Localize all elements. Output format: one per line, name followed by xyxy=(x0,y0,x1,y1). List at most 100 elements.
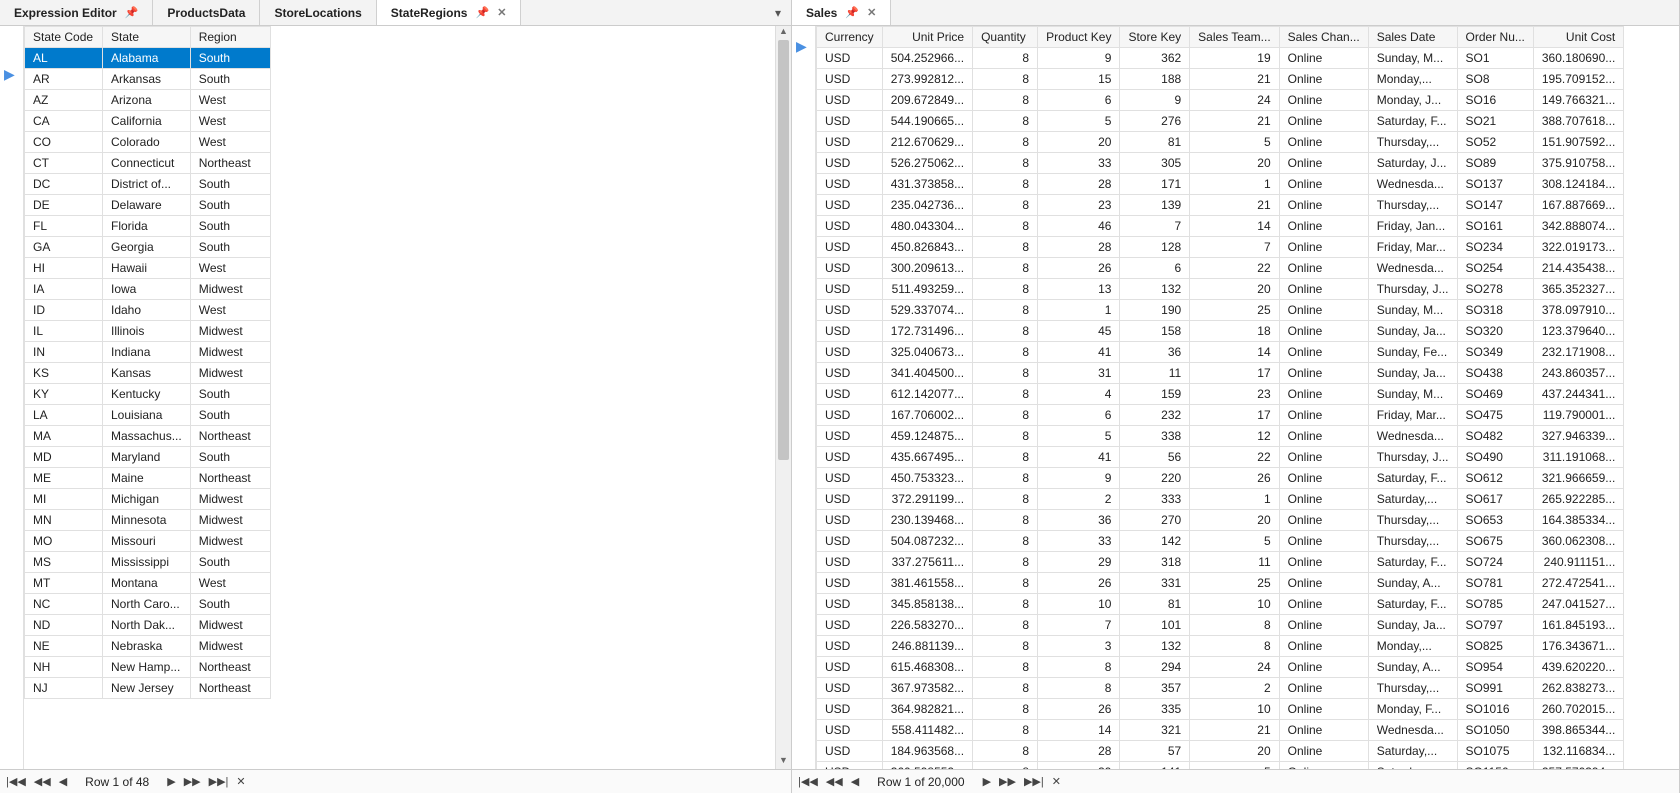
table-cell[interactable]: USD xyxy=(817,174,883,195)
table-cell[interactable]: Connecticut xyxy=(103,153,191,174)
table-row[interactable]: USD345.858138...8108110OnlineSaturday, F… xyxy=(817,594,1624,615)
table-cell[interactable]: 132 xyxy=(1120,636,1190,657)
table-cell[interactable]: 3 xyxy=(1038,636,1120,657)
table-cell[interactable]: Midwest xyxy=(190,342,270,363)
table-cell[interactable]: SO797 xyxy=(1457,615,1533,636)
table-cell[interactable]: Online xyxy=(1279,237,1368,258)
table-cell[interactable]: USD xyxy=(817,363,883,384)
table-row[interactable]: USD372.291199...823331OnlineSaturday,...… xyxy=(817,489,1624,510)
table-cell[interactable]: 14 xyxy=(1190,216,1279,237)
table-cell[interactable]: 439.620220... xyxy=(1533,657,1623,678)
table-row[interactable]: ALAlabamaSouth xyxy=(25,48,271,69)
table-cell[interactable]: 13 xyxy=(1038,279,1120,300)
table-cell[interactable]: SO16 xyxy=(1457,90,1533,111)
table-cell[interactable]: 8 xyxy=(973,258,1038,279)
table-cell[interactable]: Northeast xyxy=(190,426,270,447)
table-cell[interactable]: 158 xyxy=(1120,321,1190,342)
table-cell[interactable]: South xyxy=(190,552,270,573)
table-cell[interactable]: 20 xyxy=(1190,279,1279,300)
table-cell[interactable]: 8 xyxy=(973,699,1038,720)
table-cell[interactable]: SO991 xyxy=(1457,678,1533,699)
table-cell[interactable]: Friday, Jan... xyxy=(1368,216,1457,237)
table-cell[interactable]: North Dak... xyxy=(103,615,191,636)
table-cell[interactable]: 265.922285... xyxy=(1533,489,1623,510)
table-cell[interactable]: SO724 xyxy=(1457,552,1533,573)
nav-stop-icon[interactable]: ✕ xyxy=(234,775,247,788)
table-row[interactable]: USD337.275611...82931811OnlineSaturday, … xyxy=(817,552,1624,573)
left-table-scroll[interactable]: State CodeStateRegion ALAlabamaSouthARAr… xyxy=(24,26,775,769)
table-cell[interactable]: Sunday, A... xyxy=(1368,573,1457,594)
table-cell[interactable]: 270 xyxy=(1120,510,1190,531)
table-cell[interactable]: 214.435438... xyxy=(1533,258,1623,279)
table-cell[interactable]: 142 xyxy=(1120,531,1190,552)
table-cell[interactable]: 388.707618... xyxy=(1533,111,1623,132)
table-cell[interactable]: Nebraska xyxy=(103,636,191,657)
table-cell[interactable]: 20 xyxy=(1190,153,1279,174)
table-cell[interactable]: USD xyxy=(817,573,883,594)
table-cell[interactable]: USD xyxy=(817,279,883,300)
table-cell[interactable]: 372.291199... xyxy=(882,489,972,510)
table-row[interactable]: ILIllinoisMidwest xyxy=(25,321,271,342)
table-cell[interactable]: Maine xyxy=(103,468,191,489)
table-cell[interactable]: District of... xyxy=(103,174,191,195)
table-cell[interactable]: Online xyxy=(1279,258,1368,279)
table-cell[interactable]: USD xyxy=(817,594,883,615)
table-cell[interactable]: SO1 xyxy=(1457,48,1533,69)
table-cell[interactable]: 615.468308... xyxy=(882,657,972,678)
table-row[interactable]: MIMichiganMidwest xyxy=(25,489,271,510)
table-cell[interactable]: MI xyxy=(25,489,103,510)
table-cell[interactable]: South xyxy=(190,216,270,237)
table-row[interactable]: MDMarylandSouth xyxy=(25,447,271,468)
table-cell[interactable]: USD xyxy=(817,678,883,699)
table-cell[interactable]: 161.845193... xyxy=(1533,615,1623,636)
table-row[interactable]: USD246.881139...831328OnlineMonday,...SO… xyxy=(817,636,1624,657)
table-cell[interactable]: IA xyxy=(25,279,103,300)
table-cell[interactable]: Iowa xyxy=(103,279,191,300)
table-cell[interactable]: SO52 xyxy=(1457,132,1533,153)
table-cell[interactable]: 8 xyxy=(973,615,1038,636)
table-cell[interactable]: Colorado xyxy=(103,132,191,153)
table-cell[interactable]: Online xyxy=(1279,573,1368,594)
table-cell[interactable]: 335 xyxy=(1120,699,1190,720)
table-cell[interactable]: SO617 xyxy=(1457,489,1533,510)
table-cell[interactable]: Michigan xyxy=(103,489,191,510)
table-cell[interactable]: 308.124184... xyxy=(1533,174,1623,195)
table-cell[interactable]: 612.142077... xyxy=(882,384,972,405)
table-cell[interactable]: MA xyxy=(25,426,103,447)
table-cell[interactable]: 331 xyxy=(1120,573,1190,594)
table-cell[interactable]: IL xyxy=(25,321,103,342)
table-cell[interactable]: 8 xyxy=(973,237,1038,258)
scroll-thumb[interactable] xyxy=(778,40,789,460)
table-cell[interactable]: Idaho xyxy=(103,300,191,321)
table-row[interactable]: USD431.373858...8281711OnlineWednesda...… xyxy=(817,174,1624,195)
pin-icon[interactable]: 📌 xyxy=(125,6,139,19)
table-cell[interactable]: Thursday,... xyxy=(1368,132,1457,153)
table-cell[interactable]: Online xyxy=(1279,153,1368,174)
column-header[interactable]: Region xyxy=(190,27,270,48)
table-cell[interactable]: 321.966659... xyxy=(1533,468,1623,489)
column-header[interactable]: Currency xyxy=(817,27,883,48)
table-cell[interactable]: CT xyxy=(25,153,103,174)
column-header[interactable]: Quantity xyxy=(973,27,1038,48)
table-cell[interactable]: Sunday, M... xyxy=(1368,48,1457,69)
table-cell[interactable]: 22 xyxy=(1190,447,1279,468)
table-cell[interactable]: Massachus... xyxy=(103,426,191,447)
table-cell[interactable]: 8 xyxy=(973,384,1038,405)
table-cell[interactable]: USD xyxy=(817,342,883,363)
table-cell[interactable]: USD xyxy=(817,720,883,741)
table-cell[interactable]: 6 xyxy=(1120,258,1190,279)
column-header[interactable]: Unit Cost xyxy=(1533,27,1623,48)
table-cell[interactable]: 360.598552... xyxy=(882,762,972,770)
table-cell[interactable]: USD xyxy=(817,426,883,447)
table-cell[interactable]: 338 xyxy=(1120,426,1190,447)
table-cell[interactable]: 6 xyxy=(1038,405,1120,426)
table-cell[interactable]: 435.667495... xyxy=(882,447,972,468)
table-cell[interactable]: 28 xyxy=(1038,174,1120,195)
table-cell[interactable]: USD xyxy=(817,699,883,720)
table-cell[interactable]: Louisiana xyxy=(103,405,191,426)
table-row[interactable]: NJNew JerseyNortheast xyxy=(25,678,271,699)
table-cell[interactable]: USD xyxy=(817,237,883,258)
table-cell[interactable]: 101 xyxy=(1120,615,1190,636)
table-cell[interactable]: Online xyxy=(1279,699,1368,720)
table-cell[interactable]: 17 xyxy=(1190,405,1279,426)
